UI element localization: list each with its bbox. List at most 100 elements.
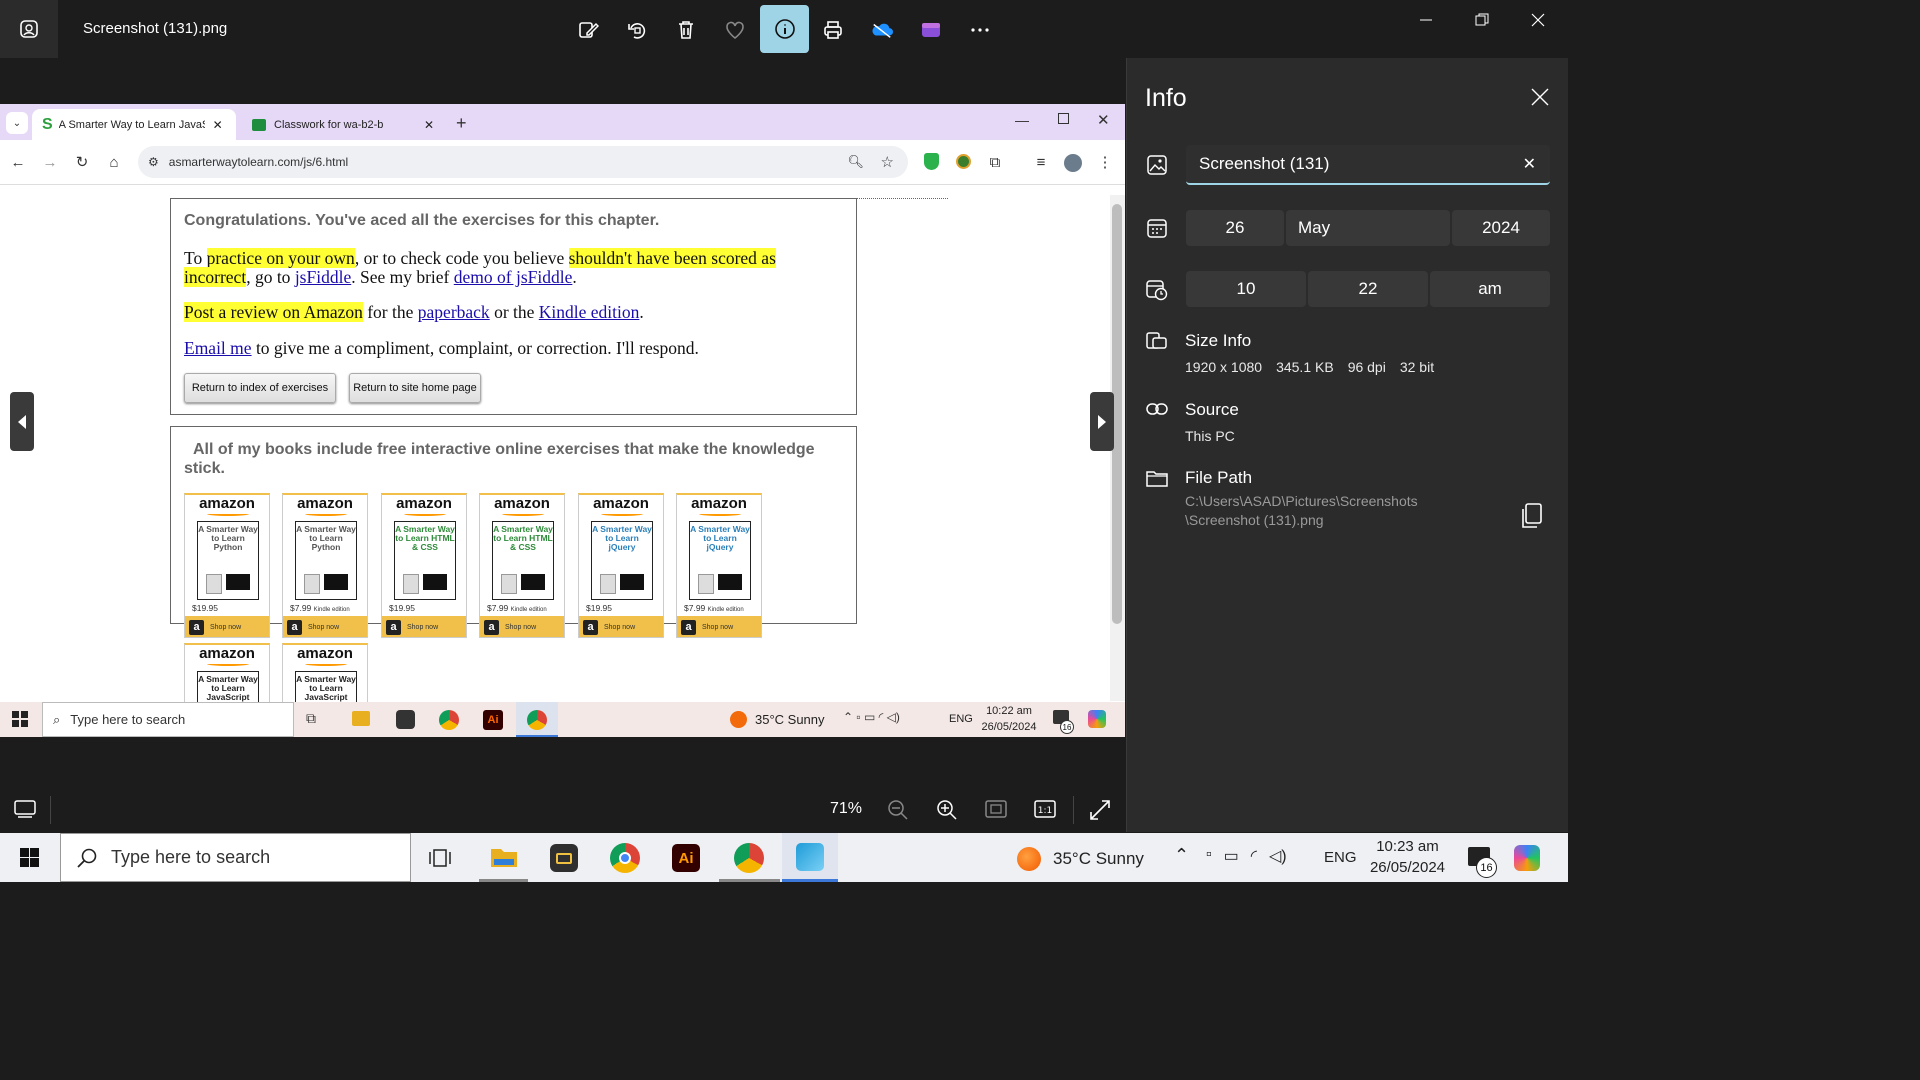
reload-icon[interactable]: ↻: [72, 152, 92, 172]
shop-now-button[interactable]: a Shop now: [382, 616, 466, 637]
show-hidden-icons[interactable]: ⌃: [1174, 845, 1189, 866]
zoom-out-icon[interactable]: [887, 799, 909, 826]
language-indicator[interactable]: ENG: [949, 713, 973, 725]
info-icon[interactable]: [760, 5, 809, 53]
copilot-icon[interactable]: [1514, 845, 1540, 871]
book-card[interactable]: amazon A Smarter Way to Learn Python $7.99…: [282, 493, 368, 638]
clear-name-icon[interactable]: ✕: [1523, 154, 1536, 174]
home-icon[interactable]: ⌂: [104, 152, 124, 172]
date-month-field[interactable]: May: [1286, 210, 1450, 246]
battery-icon[interactable]: ▭: [1224, 846, 1239, 866]
extensions-puzzle-icon[interactable]: ⧉: [985, 152, 1005, 172]
tab-search-icon[interactable]: ⌄: [6, 112, 28, 134]
minimize-icon[interactable]: [1406, 8, 1446, 32]
app-icon[interactable]: [396, 710, 415, 729]
browser-tab-active[interactable]: S A Smarter Way to Learn JavaScr ✕: [32, 109, 236, 140]
shop-now-button[interactable]: a Shop now: [677, 616, 761, 637]
fullscreen-icon[interactable]: [1089, 799, 1111, 826]
jsfiddle-link[interactable]: jsFiddle: [295, 267, 351, 287]
browser-tab[interactable]: Classwork for wa-b2-b ✕: [244, 109, 444, 140]
address-bar[interactable]: ⚙ asmarterwaytolearn.com/js/6.html 🔍︎ ☆: [138, 146, 908, 178]
start-icon[interactable]: [20, 848, 39, 867]
tab-close-icon[interactable]: ✕: [424, 118, 434, 132]
illustrator-icon[interactable]: Ai: [483, 710, 503, 730]
weather-text[interactable]: 35°C Sunny: [1053, 849, 1144, 869]
clock[interactable]: 10:23 am 26/05/2024: [1360, 836, 1455, 878]
favorite-icon[interactable]: [715, 10, 755, 50]
system-tray-icons[interactable]: ⌃ ▫ ▭ ◜ ◁): [843, 710, 900, 724]
print-icon[interactable]: [813, 10, 853, 50]
restore-icon[interactable]: [1462, 8, 1502, 32]
delete-icon[interactable]: [666, 10, 706, 50]
time-ampm-field[interactable]: am: [1430, 271, 1550, 307]
file-path-value[interactable]: C:\Users\ASAD\Pictures\Screenshots \Scre…: [1185, 492, 1418, 530]
filename-input[interactable]: Screenshot (131) ✕: [1186, 145, 1550, 185]
return-index-button[interactable]: Return to index of exercises: [184, 373, 336, 403]
wifi-icon[interactable]: ◜: [1251, 846, 1257, 866]
shop-now-button[interactable]: a Shop now: [480, 616, 564, 637]
task-view-icon[interactable]: [421, 839, 459, 877]
weather-sun-icon[interactable]: [1017, 847, 1041, 871]
zoom-lens-icon[interactable]: 🔍︎: [847, 154, 864, 170]
previous-image-button[interactable]: [10, 392, 34, 451]
time-hour-field[interactable]: 10: [1186, 271, 1306, 307]
file-explorer-icon[interactable]: [479, 833, 528, 882]
zoom-level[interactable]: 71%: [830, 800, 862, 818]
next-image-button[interactable]: [1090, 392, 1114, 451]
task-view-icon[interactable]: ⧉: [306, 710, 316, 727]
book-card[interactable]: amazon A Smarter Way to Learn HTML & CSS $…: [381, 493, 467, 638]
profile-avatar[interactable]: [1064, 154, 1082, 172]
date-day-field[interactable]: 26: [1186, 210, 1284, 246]
forward-icon[interactable]: →: [40, 152, 60, 172]
volume-icon[interactable]: ◁): [1269, 846, 1287, 866]
tab-close-icon[interactable]: ✕: [213, 118, 223, 132]
system-tray-icons[interactable]: ▫ ▭ ◜ ◁): [1206, 846, 1287, 866]
weather-sun-icon[interactable]: [730, 711, 747, 728]
weather-text[interactable]: 35°C Sunny: [755, 712, 825, 727]
book-card[interactable]: amazon A Smarter Way to Learn Python $19.9…: [184, 493, 270, 638]
close-icon[interactable]: [1518, 8, 1558, 32]
photos-taskbar-icon[interactable]: [782, 833, 838, 882]
time-minute-field[interactable]: 22: [1308, 271, 1428, 307]
new-tab-icon[interactable]: +: [456, 113, 467, 134]
book-card[interactable]: amazon A Smarter Way to Learn HTML & CSS $…: [479, 493, 565, 638]
site-info-icon[interactable]: ⚙: [148, 155, 159, 169]
copy-path-icon[interactable]: [1519, 503, 1543, 534]
inner-start-icon[interactable]: [12, 711, 28, 727]
more-icon[interactable]: [960, 10, 1000, 50]
inner-search-box[interactable]: ⌕ Type here to search: [42, 702, 294, 737]
actual-size-icon[interactable]: 1:1: [1034, 800, 1056, 823]
return-home-button[interactable]: Return to site home page: [349, 373, 481, 403]
shop-now-button[interactable]: a Shop now: [579, 616, 663, 637]
clipchamp-icon[interactable]: [911, 10, 951, 50]
back-icon[interactable]: ←: [8, 152, 28, 172]
chrome-icon[interactable]: [439, 710, 459, 730]
filmstrip-icon[interactable]: [14, 800, 36, 823]
chrome-icon[interactable]: [606, 839, 644, 877]
chrome-profile-icon[interactable]: [719, 833, 780, 882]
reading-list-icon[interactable]: ≡: [1031, 152, 1051, 172]
illustrator-icon[interactable]: Ai: [667, 839, 705, 877]
close-panel-icon[interactable]: [1531, 88, 1549, 111]
language-indicator[interactable]: ENG: [1324, 849, 1357, 866]
fit-to-window-icon[interactable]: [985, 800, 1007, 823]
browser-close-icon[interactable]: ✕: [1097, 111, 1110, 129]
date-year-field[interactable]: 2024: [1452, 210, 1550, 246]
taskbar-search-box[interactable]: Type here to search: [60, 833, 411, 882]
book-card[interactable]: amazon A Smarter Way to Learn jQuery $7.99…: [676, 493, 762, 638]
file-explorer-icon[interactable]: [352, 711, 370, 726]
browser-menu-icon[interactable]: ⋮: [1095, 152, 1115, 172]
book-card[interactable]: amazon A Smarter Way to Learn jQuery $19.9…: [578, 493, 664, 638]
rotate-icon[interactable]: [617, 10, 657, 50]
chrome-profile-icon[interactable]: [516, 702, 558, 737]
bookmark-star-icon[interactable]: ☆: [881, 153, 894, 171]
shop-now-button[interactable]: a Shop now: [185, 616, 269, 637]
app-icon[interactable]: [545, 839, 583, 877]
adblock-extension-icon[interactable]: [924, 153, 939, 170]
meet-icon[interactable]: ▫: [1206, 846, 1212, 866]
onedrive-icon[interactable]: [862, 10, 902, 50]
browser-minimize-icon[interactable]: —: [1015, 112, 1029, 128]
browser-restore-icon[interactable]: [1058, 113, 1069, 124]
jsfiddle-demo-link[interactable]: demo of jsFiddle: [454, 267, 573, 287]
shop-now-button[interactable]: a Shop now: [283, 616, 367, 637]
